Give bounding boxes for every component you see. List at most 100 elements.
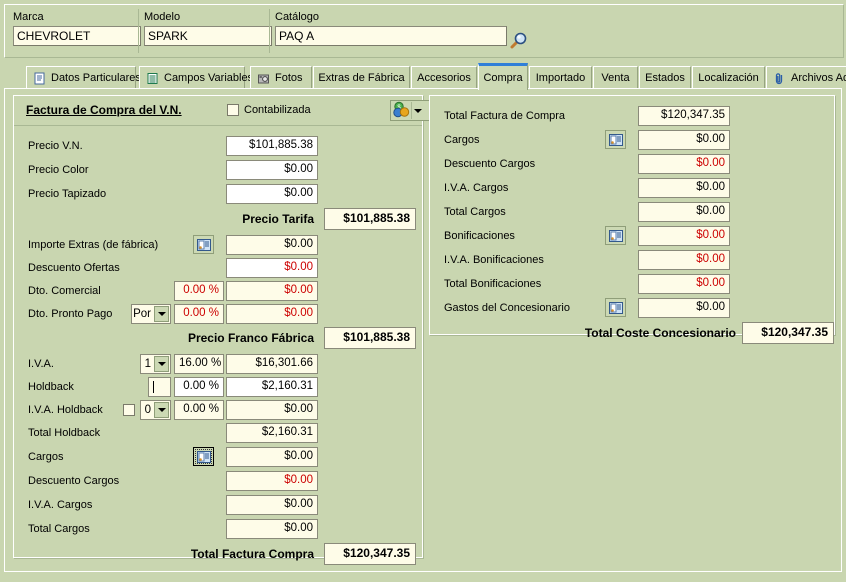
row-dto-pronto-pago: Dto. Pronto Pago Por 0.00 % $0.00 <box>14 304 422 324</box>
iva-combo[interactable]: 1 <box>140 354 171 374</box>
checkbox-label: Contabilizada <box>244 104 311 116</box>
coste-concesionario-group: Total Factura de Compra $120,347.35 Carg… <box>429 95 835 344</box>
row-label: Precio V.N. <box>28 140 83 152</box>
row-descuento-cargos-right: Descuento Cargos $0.00 <box>430 154 834 174</box>
total-factura-de-compra-value[interactable]: $120,347.35 <box>638 106 730 126</box>
combo-arrow-button[interactable] <box>154 356 169 372</box>
dto-pronto-pago-value[interactable]: $0.00 <box>226 304 318 324</box>
tab-archivos-adjuntos[interactable]: Archivos Ad <box>766 66 846 89</box>
dto-pronto-pago-pct[interactable]: 0.00 % <box>174 304 224 324</box>
tab-localizacion[interactable]: Localización <box>692 66 765 89</box>
holdback-value[interactable]: $2,160.31 <box>226 377 318 397</box>
row-label: I.V.A. Cargos <box>444 182 509 194</box>
field-group-catalogo: Catálogo PAQ A <box>275 11 507 46</box>
tab-content-compra: Factura de Compra del V.N. Contabilizada… <box>4 88 842 572</box>
row-iva-cargos-right: I.V.A. Cargos $0.00 <box>430 178 834 198</box>
gastos-concesionario-picture-button[interactable] <box>605 298 626 317</box>
chevron-down-icon <box>157 362 166 366</box>
dto-pronto-pago-combo[interactable]: Por <box>131 304 171 324</box>
modelo-input[interactable]: SPARK <box>144 26 272 46</box>
importe-extras-picture-button[interactable] <box>193 235 214 254</box>
subtotal-label: Precio Tarifa <box>242 212 314 226</box>
iva-holdback-combo[interactable]: 0 <box>140 400 171 420</box>
document-icon <box>33 72 46 85</box>
tab-importado[interactable]: Importado <box>529 66 592 89</box>
tab-bar: Datos Particulares Campos Variables Foto… <box>0 62 846 90</box>
iva-value[interactable]: $16,301.66 <box>226 354 318 374</box>
row-label: I.V.A. <box>28 358 54 370</box>
tab-label: Campos Variables <box>164 72 254 84</box>
descuento-cargos-value[interactable]: $0.00 <box>226 471 318 491</box>
iva-holdback-checkbox[interactable] <box>123 404 135 416</box>
row-iva-cargos: I.V.A. Cargos $0.00 <box>14 495 422 515</box>
tab-label: Estados <box>645 72 685 84</box>
chevron-down-icon <box>157 408 166 412</box>
total-bonificaciones-value[interactable]: $0.00 <box>638 274 730 294</box>
row-label: Cargos <box>444 134 480 146</box>
tab-compra[interactable]: Compra <box>478 63 528 90</box>
tab-accesorios[interactable]: Accesorios <box>411 66 477 89</box>
combo-arrow-button[interactable] <box>154 306 169 322</box>
tab-extras-de-fabrica[interactable]: Extras de Fábrica <box>313 66 410 89</box>
cargos-right-picture-button[interactable] <box>605 130 626 149</box>
row-total-bonificaciones: Total Bonificaciones $0.00 <box>430 274 834 294</box>
label-modelo: Modelo <box>144 11 181 23</box>
iva-pct[interactable]: 16.00 % <box>174 354 224 374</box>
row-cargos-right: Cargos $0.00 <box>430 130 834 150</box>
precio-vn-value[interactable]: $101,885.38 <box>226 136 318 156</box>
cargos-picture-button[interactable] <box>193 447 214 466</box>
row-label: Total Factura de Compra <box>444 110 566 122</box>
row-label: Total Cargos <box>444 206 506 218</box>
tab-venta[interactable]: Venta <box>593 66 638 89</box>
precio-franco-fabrica-value: $101,885.38 <box>324 327 416 349</box>
total-factura-compra-value: $120,347.35 <box>324 543 416 565</box>
tab-estados[interactable]: Estados <box>639 66 691 89</box>
holdback-pct[interactable]: 0.00 % <box>174 377 224 397</box>
tab-fotos[interactable]: Fotos <box>250 66 312 89</box>
marca-input[interactable]: CHEVROLET <box>13 26 141 46</box>
combo-arrow-button[interactable] <box>154 402 169 418</box>
catalogo-input[interactable]: PAQ A <box>275 26 507 46</box>
bonificaciones-picture-button[interactable] <box>605 226 626 245</box>
tab-campos-variables[interactable]: Campos Variables <box>139 66 253 89</box>
cargos-right-value[interactable]: $0.00 <box>638 130 730 150</box>
row-label: I.V.A. Bonificaciones <box>444 254 544 266</box>
row-label: Dto. Pronto Pago <box>28 308 113 320</box>
row-precio-tarifa: Precio Tarifa $101,885.38 <box>14 208 422 230</box>
iva-holdback-pct[interactable]: 0.00 % <box>174 400 224 420</box>
row-cargos: Cargos $0.00 <box>14 447 422 467</box>
iva-holdback-value[interactable]: $0.00 <box>226 400 318 420</box>
tab-label: Importado <box>535 72 586 84</box>
total-cargos-right-value[interactable]: $0.00 <box>638 202 730 222</box>
descuento-ofertas-value[interactable]: $0.00 <box>226 258 318 278</box>
cargos-value[interactable]: $0.00 <box>226 447 318 467</box>
currency-dropdown-button[interactable]: $ <box>390 100 434 121</box>
paperclip-icon <box>773 72 786 85</box>
iva-bonificaciones-value[interactable]: $0.00 <box>638 250 730 270</box>
compra-tab-screen: Marca CHEVROLET Modelo SPARK Catálogo PA… <box>0 0 846 582</box>
dto-comercial-value[interactable]: $0.00 <box>226 281 318 301</box>
descuento-cargos-right-value[interactable]: $0.00 <box>638 154 730 174</box>
importe-extras-value[interactable]: $0.00 <box>226 235 318 255</box>
tab-datos-particulares[interactable]: Datos Particulares <box>26 66 141 89</box>
iva-cargos-right-value[interactable]: $0.00 <box>638 178 730 198</box>
iva-cargos-value[interactable]: $0.00 <box>226 495 318 515</box>
gastos-concesionario-value[interactable]: $0.00 <box>638 298 730 318</box>
row-holdback: Holdback 0.00 % $2,160.31 <box>14 377 422 397</box>
precio-tarifa-value: $101,885.38 <box>324 208 416 230</box>
dto-comercial-pct[interactable]: 0.00 % <box>174 281 224 301</box>
checkbox-box[interactable] <box>227 104 239 116</box>
precio-color-value[interactable]: $0.00 <box>226 160 318 180</box>
total-cargos-value[interactable]: $0.00 <box>226 519 318 539</box>
total-holdback-value[interactable]: $2,160.31 <box>226 423 318 443</box>
row-gastos-concesionario: Gastos del Concesionario $0.00 <box>430 298 834 318</box>
row-label: Total Bonificaciones <box>444 278 542 290</box>
precio-tapizado-value[interactable]: $0.00 <box>226 184 318 204</box>
currency-icon: $ <box>393 101 410 121</box>
tab-label: Archivos Ad <box>791 72 846 84</box>
bonificaciones-value[interactable]: $0.00 <box>638 226 730 246</box>
total-label: Total Factura Compra <box>190 547 314 561</box>
holdback-text-input[interactable] <box>148 377 171 397</box>
magnifier-icon[interactable] <box>508 31 528 51</box>
contabilizada-checkbox[interactable]: Contabilizada <box>227 104 311 116</box>
